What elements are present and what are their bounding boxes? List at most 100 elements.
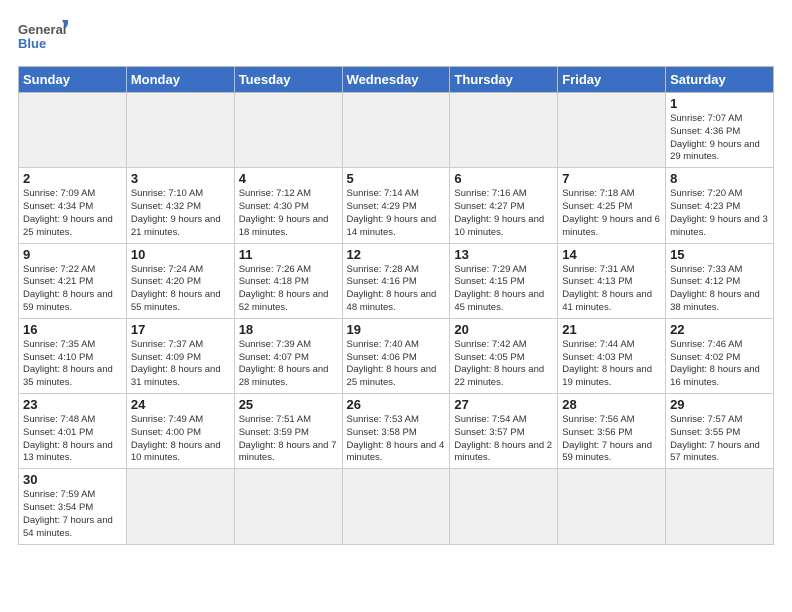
day-info: Sunrise: 7:42 AM Sunset: 4:05 PM Dayligh… [454, 339, 553, 390]
day-info: Sunrise: 7:39 AM Sunset: 4:07 PM Dayligh… [239, 339, 338, 390]
day-number: 24 [131, 397, 230, 412]
day-info: Sunrise: 7:40 AM Sunset: 4:06 PM Dayligh… [347, 339, 446, 390]
week-row-1: 2 Sunrise: 7:09 AM Sunset: 4:34 PM Daylig… [19, 168, 774, 243]
day-number: 1 [670, 96, 769, 111]
day-info: Sunrise: 7:31 AM Sunset: 4:13 PM Dayligh… [562, 264, 661, 315]
day-number: 22 [670, 322, 769, 337]
day-cell: 20Sunrise: 7:42 AM Sunset: 4:05 PM Dayli… [450, 318, 558, 393]
day-info: Sunrise: 7:59 AM Sunset: 3:54 PM Dayligh… [23, 489, 122, 540]
day-cell: 23 Sunrise: 7:48 AM Sunset: 4:01 PM Dayli… [19, 394, 127, 469]
day-info: Sunrise: 7:37 AM Sunset: 4:09 PM Dayligh… [131, 339, 230, 390]
day-info: Sunrise: 7:28 AM Sunset: 4:16 PM Dayligh… [347, 264, 446, 315]
day-cell: 8Sunrise: 7:20 AM Sunset: 4:23 PM Daylig… [666, 168, 774, 243]
day-number: 4 [239, 171, 338, 186]
svg-text:Blue: Blue [18, 36, 46, 51]
day-number: 8 [670, 171, 769, 186]
day-cell: 24 Sunrise: 7:49 AM Sunset: 4:00 PM Dayli… [126, 394, 234, 469]
weekday-monday: Monday [126, 67, 234, 93]
day-cell [342, 469, 450, 544]
day-number: 25 [239, 397, 338, 412]
day-number: 10 [131, 247, 230, 262]
weekday-header-row: SundayMondayTuesdayWednesdayThursdayFrid… [19, 67, 774, 93]
day-number: 16 [23, 322, 122, 337]
day-number: 13 [454, 247, 553, 262]
page: General Blue SundayMondayTuesdayWednesda… [0, 0, 792, 612]
weekday-wednesday: Wednesday [342, 67, 450, 93]
day-number: 3 [131, 171, 230, 186]
day-number: 27 [454, 397, 553, 412]
week-row-2: 9Sunrise: 7:22 AM Sunset: 4:21 PM Daylig… [19, 243, 774, 318]
week-row-0: 1 Sunrise: 7:07 AM Sunset: 4:36 PM Daylig… [19, 93, 774, 168]
day-info: Sunrise: 7:48 AM Sunset: 4:01 PM Dayligh… [23, 414, 122, 465]
day-cell [558, 93, 666, 168]
day-cell: 19 Sunrise: 7:40 AM Sunset: 4:06 PM Dayli… [342, 318, 450, 393]
day-number: 11 [239, 247, 338, 262]
day-info: Sunrise: 7:26 AM Sunset: 4:18 PM Dayligh… [239, 264, 338, 315]
day-cell: 14 Sunrise: 7:31 AM Sunset: 4:13 PM Dayli… [558, 243, 666, 318]
day-cell [234, 469, 342, 544]
day-cell [234, 93, 342, 168]
day-info: Sunrise: 7:35 AM Sunset: 4:10 PM Dayligh… [23, 339, 122, 390]
day-cell: 26Sunrise: 7:53 AM Sunset: 3:58 PM Dayli… [342, 394, 450, 469]
day-cell [450, 469, 558, 544]
day-cell: 15 Sunrise: 7:33 AM Sunset: 4:12 PM Dayli… [666, 243, 774, 318]
weekday-tuesday: Tuesday [234, 67, 342, 93]
day-number: 2 [23, 171, 122, 186]
week-row-4: 23 Sunrise: 7:48 AM Sunset: 4:01 PM Dayli… [19, 394, 774, 469]
day-info: Sunrise: 7:46 AM Sunset: 4:02 PM Dayligh… [670, 339, 769, 390]
day-info: Sunrise: 7:49 AM Sunset: 4:00 PM Dayligh… [131, 414, 230, 465]
day-cell: 3Sunrise: 7:10 AM Sunset: 4:32 PM Daylig… [126, 168, 234, 243]
day-info: Sunrise: 7:24 AM Sunset: 4:20 PM Dayligh… [131, 264, 230, 315]
week-row-3: 16 Sunrise: 7:35 AM Sunset: 4:10 PM Dayli… [19, 318, 774, 393]
day-cell: 5Sunrise: 7:14 AM Sunset: 4:29 PM Daylig… [342, 168, 450, 243]
day-info: Sunrise: 7:51 AM Sunset: 3:59 PM Dayligh… [239, 414, 338, 465]
weekday-sunday: Sunday [19, 67, 127, 93]
day-cell: 7 Sunrise: 7:18 AM Sunset: 4:25 PM Daylig… [558, 168, 666, 243]
day-number: 14 [562, 247, 661, 262]
logo: General Blue [18, 18, 68, 56]
day-info: Sunrise: 7:29 AM Sunset: 4:15 PM Dayligh… [454, 264, 553, 315]
svg-text:General: General [18, 22, 66, 37]
day-cell: 25 Sunrise: 7:51 AM Sunset: 3:59 PM Dayli… [234, 394, 342, 469]
day-number: 23 [23, 397, 122, 412]
day-info: Sunrise: 7:18 AM Sunset: 4:25 PM Dayligh… [562, 188, 661, 239]
day-cell [450, 93, 558, 168]
day-info: Sunrise: 7:44 AM Sunset: 4:03 PM Dayligh… [562, 339, 661, 390]
day-info: Sunrise: 7:56 AM Sunset: 3:56 PM Dayligh… [562, 414, 661, 465]
day-number: 7 [562, 171, 661, 186]
day-cell: 22 Sunrise: 7:46 AM Sunset: 4:02 PM Dayli… [666, 318, 774, 393]
day-cell: 17Sunrise: 7:37 AM Sunset: 4:09 PM Dayli… [126, 318, 234, 393]
weekday-thursday: Thursday [450, 67, 558, 93]
day-cell [558, 469, 666, 544]
day-cell [19, 93, 127, 168]
day-number: 12 [347, 247, 446, 262]
day-cell: 6 Sunrise: 7:16 AM Sunset: 4:27 PM Daylig… [450, 168, 558, 243]
day-number: 15 [670, 247, 769, 262]
day-cell: 21 Sunrise: 7:44 AM Sunset: 4:03 PM Dayli… [558, 318, 666, 393]
day-info: Sunrise: 7:12 AM Sunset: 4:30 PM Dayligh… [239, 188, 338, 239]
logo-svg: General Blue [18, 18, 68, 56]
day-info: Sunrise: 7:14 AM Sunset: 4:29 PM Dayligh… [347, 188, 446, 239]
header: General Blue [18, 18, 774, 56]
day-cell: 16 Sunrise: 7:35 AM Sunset: 4:10 PM Dayli… [19, 318, 127, 393]
day-info: Sunrise: 7:33 AM Sunset: 4:12 PM Dayligh… [670, 264, 769, 315]
day-cell: 18 Sunrise: 7:39 AM Sunset: 4:07 PM Dayli… [234, 318, 342, 393]
day-number: 30 [23, 472, 122, 487]
day-number: 21 [562, 322, 661, 337]
day-cell: 29 Sunrise: 7:57 AM Sunset: 3:55 PM Dayli… [666, 394, 774, 469]
day-cell [126, 469, 234, 544]
day-info: Sunrise: 7:16 AM Sunset: 4:27 PM Dayligh… [454, 188, 553, 239]
day-number: 29 [670, 397, 769, 412]
day-info: Sunrise: 7:07 AM Sunset: 4:36 PM Dayligh… [670, 113, 769, 164]
day-info: Sunrise: 7:57 AM Sunset: 3:55 PM Dayligh… [670, 414, 769, 465]
day-info: Sunrise: 7:09 AM Sunset: 4:34 PM Dayligh… [23, 188, 122, 239]
calendar: SundayMondayTuesdayWednesdayThursdayFrid… [18, 66, 774, 545]
day-cell: 4 Sunrise: 7:12 AM Sunset: 4:30 PM Daylig… [234, 168, 342, 243]
day-number: 28 [562, 397, 661, 412]
day-info: Sunrise: 7:54 AM Sunset: 3:57 PM Dayligh… [454, 414, 553, 465]
day-number: 6 [454, 171, 553, 186]
day-number: 18 [239, 322, 338, 337]
day-cell [342, 93, 450, 168]
day-cell: 10 Sunrise: 7:24 AM Sunset: 4:20 PM Dayli… [126, 243, 234, 318]
day-number: 19 [347, 322, 446, 337]
